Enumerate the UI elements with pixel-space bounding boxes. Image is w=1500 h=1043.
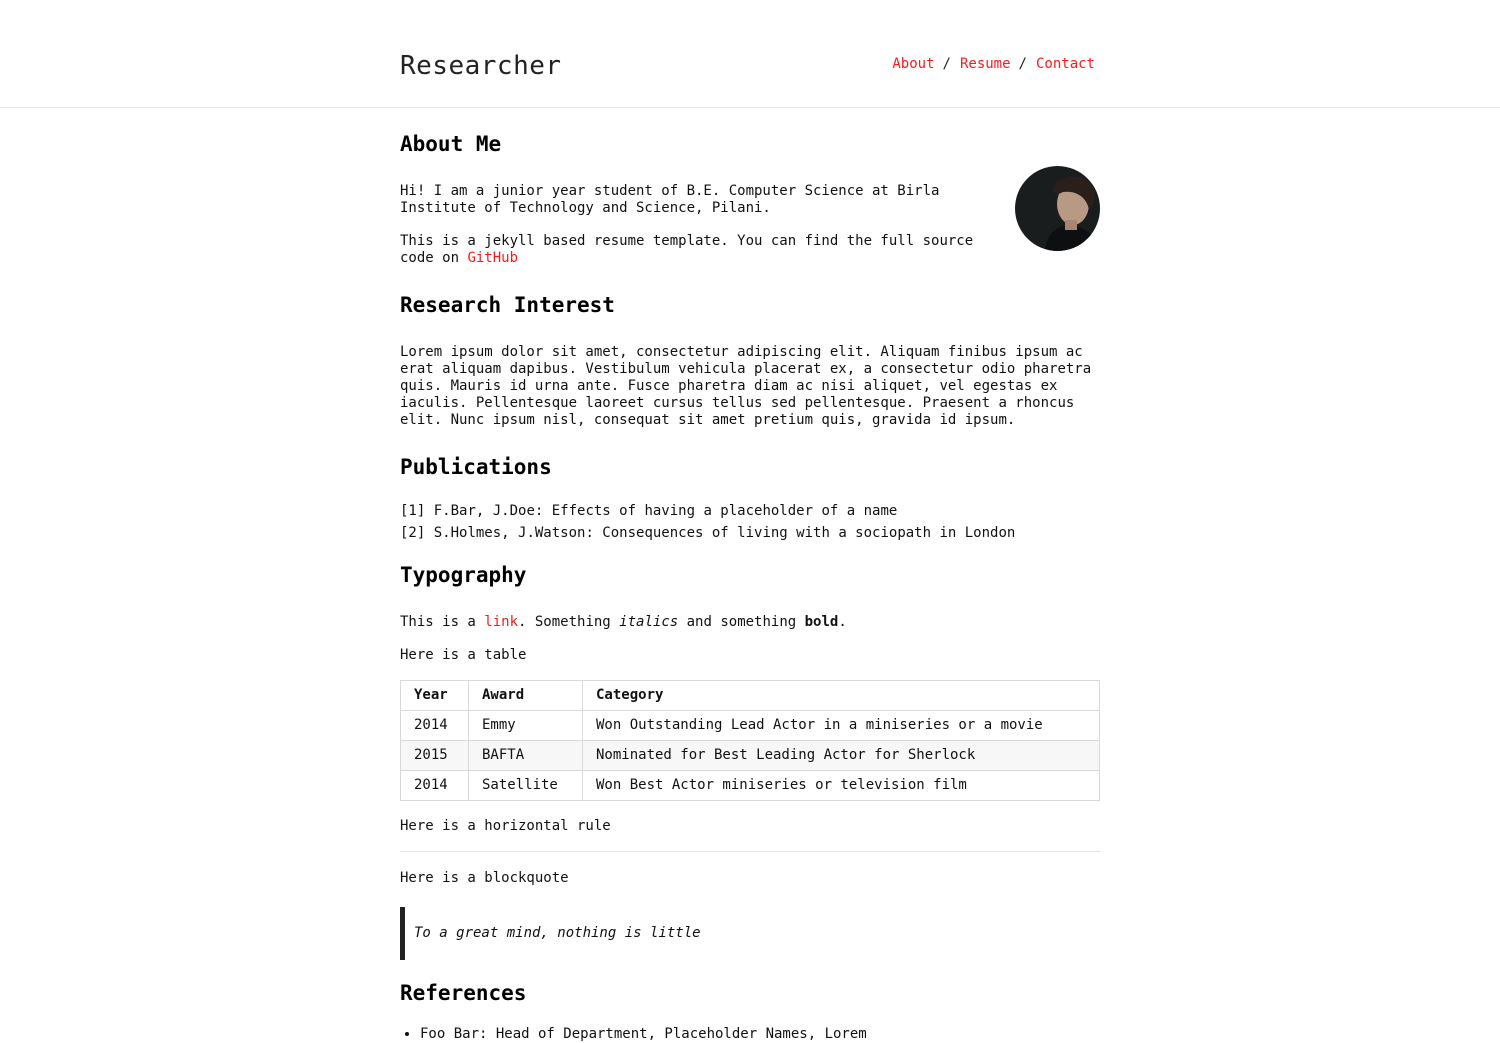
- table-row: 2014 Satellite Won Best Actor miniseries…: [400, 770, 1100, 801]
- table-cell: Emmy: [468, 710, 583, 741]
- profile-avatar: [1015, 166, 1100, 251]
- nav-resume-link[interactable]: Resume: [960, 56, 1011, 72]
- table-cell: Nominated for Best Leading Actor for She…: [582, 740, 1100, 771]
- blockquote: To a great mind, nothing is little: [400, 907, 1100, 960]
- table-row: 2014 Emmy Won Outstanding Lead Actor in …: [400, 710, 1100, 741]
- publications-heading: Publications: [400, 455, 552, 479]
- main-nav: About / Resume / Contact: [892, 54, 1095, 74]
- references-heading: References: [400, 981, 527, 1005]
- text-segment: .: [838, 614, 847, 630]
- publication-item: [2] S.Holmes, J.Watson: Consequences of …: [400, 522, 1100, 544]
- italic-text: italics: [619, 614, 679, 630]
- nav-about-link[interactable]: About: [892, 56, 934, 72]
- profile-photo: [1015, 166, 1100, 251]
- publication-title: S.Holmes, J.Watson: Consequences of livi…: [433, 525, 1016, 541]
- publication-item: [1] F.Bar, J.Doe: Effects of having a pl…: [400, 500, 1100, 522]
- table-cell: 2014: [400, 710, 469, 741]
- research-heading: Research Interest: [400, 293, 615, 317]
- nav-contact-link[interactable]: Contact: [1036, 56, 1095, 72]
- table-cell: Satellite: [468, 770, 583, 801]
- bold-text: bold: [804, 614, 839, 630]
- table-cell: Won Outstanding Lead Actor in a miniseri…: [582, 710, 1100, 741]
- table-header: Category: [582, 680, 1100, 711]
- publication-number: [1]: [400, 503, 426, 519]
- table-header-row: Year Award Category: [400, 680, 1100, 711]
- typography-heading: Typography: [400, 563, 527, 587]
- typography-sample: This is a link. Something italics and so…: [400, 614, 1100, 631]
- research-text: Lorem ipsum dolor sit amet, consectetur …: [400, 344, 1092, 428]
- about-intro: Hi! I am a junior year student of B.E. C…: [400, 183, 940, 216]
- quote-intro: Here is a blockquote: [400, 870, 569, 886]
- text-segment: . Something: [518, 614, 620, 630]
- publication-title: F.Bar, J.Doe: Effects of having a placeh…: [433, 503, 898, 519]
- text-segment: This is a: [400, 614, 485, 630]
- about-heading: About Me: [400, 132, 502, 156]
- table-cell: BAFTA: [468, 740, 583, 771]
- publication-number: [2]: [400, 525, 426, 541]
- table-cell: 2015: [400, 740, 469, 771]
- hr-intro: Here is a horizontal rule: [400, 818, 611, 834]
- site-title[interactable]: Researcher: [400, 48, 562, 84]
- table-cell: Won Best Actor miniseries or television …: [582, 770, 1100, 801]
- awards-table: Year Award Category 2014 Emmy Won Outsta…: [400, 680, 1100, 801]
- reference-item: Foo Bar: Head of Department, Placeholder…: [420, 1025, 1100, 1043]
- publication-list: [1] F.Bar, J.Doe: Effects of having a pl…: [400, 500, 1100, 544]
- table-cell: 2014: [400, 770, 469, 801]
- horizontal-rule: [400, 851, 1100, 852]
- table-header: Year: [400, 680, 469, 711]
- table-intro: Here is a table: [400, 647, 527, 663]
- nav-separator: /: [1018, 56, 1027, 72]
- reference-list: Foo Bar: Head of Department, Placeholder…: [400, 1025, 1100, 1043]
- nav-separator: /: [942, 56, 951, 72]
- site-header: Researcher About / Resume / Contact: [0, 0, 1500, 108]
- table-header: Award: [468, 680, 583, 711]
- main-content: About Me Hi! I am a junior year student …: [400, 108, 1100, 1043]
- text-segment: and something: [678, 614, 805, 630]
- table-row: 2015 BAFTA Nominated for Best Leading Ac…: [400, 740, 1100, 771]
- github-link[interactable]: GitHub: [467, 250, 518, 266]
- about-template-note: This is a jekyll based resume template. …: [400, 233, 1000, 267]
- sample-link[interactable]: link: [484, 614, 518, 630]
